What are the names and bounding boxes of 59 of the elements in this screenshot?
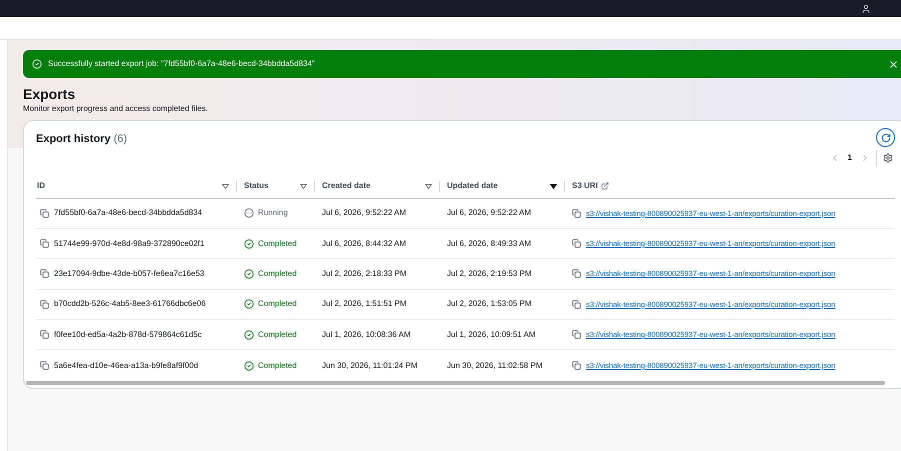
copy-button[interactable] bbox=[40, 269, 49, 278]
horizontal-scrollbar[interactable] bbox=[26, 380, 885, 385]
copy-button[interactable] bbox=[572, 269, 581, 278]
export-id: 23e17094-9dbe-43de-b057-fe6ea7c16e53 bbox=[54, 268, 204, 280]
copy-button[interactable] bbox=[40, 330, 49, 340]
column-header[interactable]: Created date bbox=[322, 180, 370, 192]
status-text: Completed bbox=[258, 238, 297, 250]
user-icon[interactable] bbox=[861, 4, 871, 14]
sort-icon[interactable] bbox=[300, 184, 307, 188]
sorted-descending-icon[interactable] bbox=[550, 184, 557, 188]
page-description: Monitor export progress and access completed files. bbox=[23, 103, 209, 115]
column-header[interactable]: ID bbox=[37, 180, 45, 192]
status-text: Completed bbox=[258, 268, 297, 280]
created-date: Jul 1, 2026, 10:08:36 AM bbox=[322, 330, 411, 339]
updated-date: Jul 2, 2026, 1:53:05 PM bbox=[447, 299, 532, 308]
column-header[interactable]: Status bbox=[244, 180, 268, 192]
status-text: Completed bbox=[258, 328, 297, 341]
sort-icon[interactable] bbox=[425, 184, 432, 188]
card-title: Export history bbox=[36, 132, 111, 147]
status-text: Running bbox=[258, 207, 288, 220]
refresh-icon[interactable] bbox=[880, 132, 890, 142]
copy-button[interactable] bbox=[40, 361, 49, 370]
copy-button[interactable] bbox=[40, 300, 49, 309]
sort-icon[interactable] bbox=[222, 184, 229, 188]
refresh-button[interactable] bbox=[876, 128, 895, 147]
export-id: 51744e99-970d-4e8d-98a9-372890ce02f1 bbox=[54, 238, 204, 250]
copy-button[interactable] bbox=[572, 330, 581, 340]
check-circle-icon bbox=[32, 59, 42, 69]
updated-date: Jul 1, 2026, 10:09:51 AM bbox=[447, 330, 536, 339]
copy-button[interactable] bbox=[40, 239, 49, 248]
updated-date: Jun 30, 2026, 11:02:58 PM bbox=[447, 360, 542, 370]
copy-button[interactable] bbox=[40, 208, 49, 218]
updated-date: Jul 2, 2026, 2:19:53 PM bbox=[447, 268, 532, 278]
created-date: Jun 30, 2026, 11:01:24 PM bbox=[322, 360, 418, 370]
copy-button[interactable] bbox=[572, 208, 581, 218]
created-date: Jul 6, 2026, 9:52:22 AM bbox=[322, 208, 406, 218]
close-button[interactable] bbox=[888, 58, 899, 70]
external-link-icon bbox=[600, 182, 609, 190]
export-id: b70cdd2b-526c-4ab5-8ee3-61766dbc6e06 bbox=[54, 298, 206, 310]
flash-message: Successfully started export job: "7fd55bf0-6a7a-48e6-becd-34bbdda5d834" bbox=[48, 58, 316, 70]
copy-button[interactable] bbox=[572, 300, 581, 309]
page-number-button[interactable]: 1 bbox=[846, 152, 854, 164]
copy-button[interactable] bbox=[572, 361, 581, 370]
status-text: Completed bbox=[258, 360, 297, 372]
export-id: 7fd55bf0-6a7a-48e6-becd-34bbdda5d834 bbox=[54, 207, 202, 220]
export-id: 5a6e4fea-d10e-46ea-a13a-b9fe8af9f00d bbox=[54, 360, 198, 372]
created-date: Jul 2, 2026, 1:51:51 PM bbox=[322, 299, 406, 308]
item-count: (6) bbox=[114, 132, 128, 147]
updated-date: Jul 6, 2026, 8:49:33 AM bbox=[447, 238, 532, 248]
column-header[interactable]: S3 URI bbox=[572, 180, 598, 192]
page-title: Exports bbox=[23, 85, 76, 103]
status-text: Completed bbox=[258, 298, 297, 310]
settings-button[interactable] bbox=[883, 153, 893, 163]
column-header[interactable]: Updated date bbox=[447, 180, 498, 192]
copy-button[interactable] bbox=[572, 239, 581, 248]
updated-date: Jul 6, 2026, 9:52:22 AM bbox=[447, 208, 532, 218]
created-date: Jul 6, 2026, 8:44:32 AM bbox=[322, 238, 406, 248]
export-id: f0fee10d-ed5a-4a2b-878d-579864c61d5c bbox=[54, 328, 202, 341]
created-date: Jul 2, 2026, 2:18:33 PM bbox=[322, 268, 406, 278]
